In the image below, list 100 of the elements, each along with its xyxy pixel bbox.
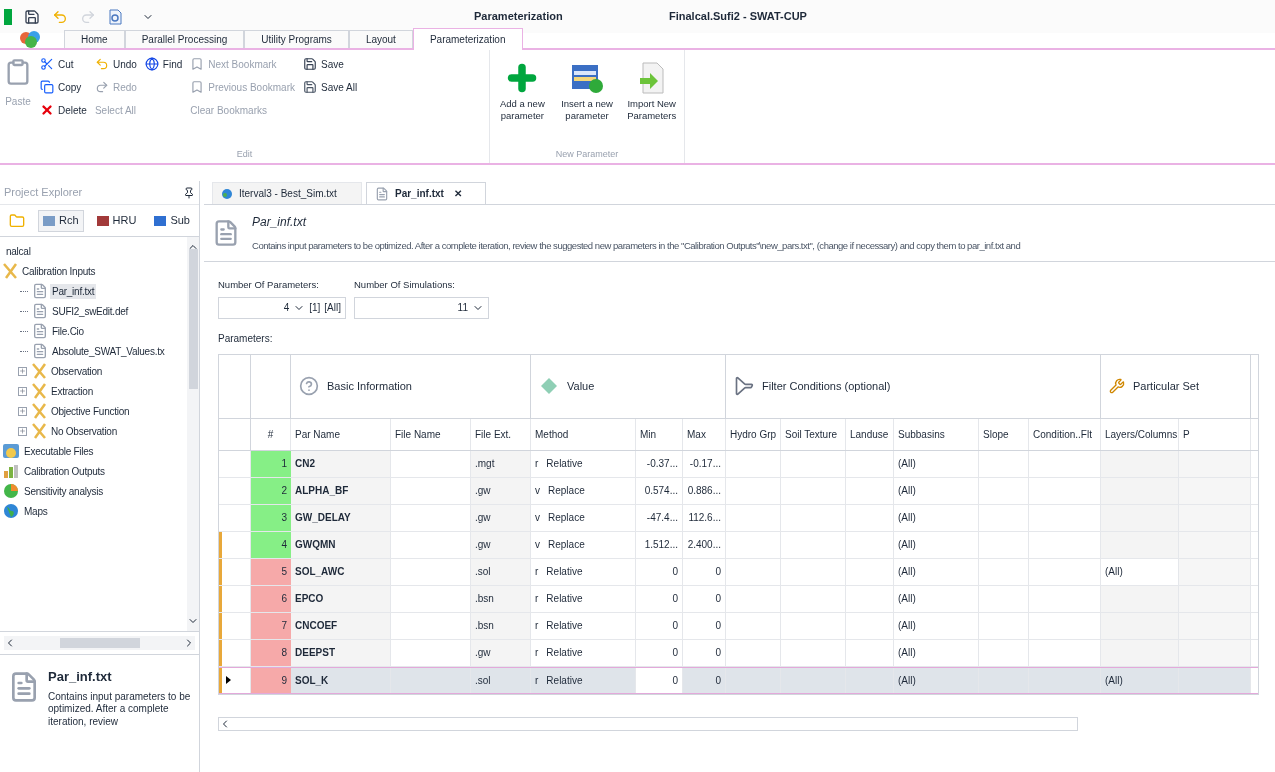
ribbon-large-button[interactable]: Import New Parameters	[623, 58, 680, 148]
scrollbar[interactable]	[187, 237, 199, 631]
bookmark-icon	[190, 57, 205, 71]
table-row[interactable]: 1 CN2 .mgt r Relative -0.37... -0.17... (All)	[219, 450, 1258, 478]
field-label: Number Of Simulations:	[354, 278, 456, 293]
table-cell: 2.400...	[683, 531, 726, 558]
column-header[interactable]: Method	[531, 418, 636, 450]
toolbar-button[interactable]: Sub	[149, 209, 195, 232]
table-cell: 0	[636, 558, 683, 585]
layer-icon	[96, 215, 109, 226]
column-header[interactable]: Layers/Columns	[1101, 418, 1179, 450]
column-header[interactable]: Max	[683, 418, 726, 450]
expand-toggle[interactable]	[18, 366, 27, 376]
ribbon-button[interactable]: Save All	[302, 77, 358, 97]
ribbon-tab[interactable]: Utility Programs	[244, 30, 349, 48]
ribbon-tab[interactable]: Home	[64, 30, 125, 48]
tree-item[interactable]: Calibration Outputs	[22, 463, 107, 479]
column-header[interactable]: #	[251, 418, 291, 450]
save-icon[interactable]	[24, 8, 40, 25]
table-cell-text: Relative	[546, 673, 583, 688]
toolbar-button[interactable]: HRU	[91, 209, 142, 232]
column-header[interactable]: Landuse	[846, 418, 894, 450]
undo-icon[interactable]	[52, 8, 68, 25]
column-header[interactable]: Subbasins	[894, 418, 979, 450]
simulations-count-field[interactable]: 11	[354, 296, 489, 319]
row-number: 4	[251, 531, 291, 558]
ribbon-large-button[interactable]: Insert a new parameter	[558, 58, 616, 148]
print-preview-icon[interactable]	[108, 8, 122, 25]
column-header[interactable]: Slope	[979, 418, 1029, 450]
ribbon-tab[interactable]: Parameterization	[412, 28, 523, 50]
toolbar-button[interactable]: Rch	[38, 209, 84, 232]
column-header[interactable]: P	[1179, 418, 1251, 450]
tree-item[interactable]: Sensitivity analysis	[22, 483, 105, 499]
description-text: Contains input parameters to be optimized. After a complete iteration, review	[48, 690, 191, 728]
document-tab[interactable]: Par_inf.txt ✕	[366, 182, 486, 204]
file-icon	[32, 283, 48, 299]
tree-item[interactable]: Calibration Inputs	[20, 263, 98, 279]
field-label: Number Of Parameters:	[218, 278, 320, 293]
table-row[interactable]: 4 GWQMN .gw v Replace 1.512... 2.400... (All)	[219, 531, 1258, 559]
globe-icon	[144, 57, 159, 71]
ribbon-button[interactable]: Delete	[40, 100, 87, 120]
table-row[interactable]: 2 ALPHA_BF .gw v Replace 0.574... 0.886... (All)	[219, 477, 1258, 505]
column-header[interactable]: File Ext.	[471, 418, 531, 450]
ribbon-button[interactable]: Cut	[40, 54, 87, 74]
table-cell: GWQMN	[291, 531, 391, 558]
file-icon	[32, 323, 48, 339]
expand-toggle[interactable]	[18, 386, 27, 396]
ribbon-tab[interactable]: Parallel Processing	[124, 30, 245, 48]
horizontal-scrollbar[interactable]	[4, 636, 195, 650]
tree-item[interactable]: nalcal	[4, 243, 33, 259]
pin-icon[interactable]	[183, 186, 195, 199]
expand-toggle[interactable]	[18, 406, 27, 416]
tree-item[interactable]: SUFI2_swEdit.def	[50, 303, 131, 319]
table-row[interactable]: 9 SOL_K .sol r Relative 0 0 (All) (All)	[219, 666, 1258, 694]
tree-item[interactable]: Executable Files	[22, 443, 96, 459]
chart-icon	[2, 463, 20, 479]
ribbon-button[interactable]: Find	[144, 54, 183, 74]
tree-item[interactable]: File.Cio	[50, 323, 86, 339]
expand-icon	[19, 367, 26, 375]
method-code: v	[535, 484, 540, 498]
range-button[interactable]: [1]	[309, 300, 321, 315]
range-button[interactable]: [All]	[324, 300, 341, 315]
ribbon-button[interactable]: Copy	[40, 77, 87, 97]
parameters-count-field[interactable]: 4 [1] [All]	[218, 296, 346, 319]
tree-item[interactable]: No Observation	[49, 423, 119, 439]
table-cell: (All)	[894, 477, 979, 504]
tree-item[interactable]: Observation	[49, 363, 105, 379]
ribbon-button[interactable]: Undo	[94, 54, 137, 74]
table-row[interactable]: 6 EPCO .bsn r Relative 0 0 (All)	[219, 585, 1258, 613]
table-row[interactable]: 3 GW_DELAY .gw v Replace -47.4... 112.6... (All)	[219, 504, 1258, 532]
table-row[interactable]: 8 DEEPST .gw r Relative 0 0 (All)	[219, 639, 1258, 667]
ribbon-large-button[interactable]: Add a new parameter	[494, 58, 551, 148]
tree-item[interactable]: Maps	[22, 503, 50, 519]
table-cell: (All)	[894, 531, 979, 558]
method-code: r	[535, 646, 539, 660]
expand-toggle[interactable]	[18, 426, 27, 436]
column-header[interactable]: Condition..Flt	[1029, 418, 1101, 450]
column-header[interactable]: Hydro Grp	[726, 418, 781, 450]
table-row[interactable]: 7 CNCOEF .bsn r Relative 0 0 (All)	[219, 612, 1258, 640]
horizontal-scrollbar[interactable]	[218, 716, 1078, 731]
description-title: Par_inf.txt	[48, 668, 113, 686]
table-cell: (All)	[894, 558, 979, 585]
table-cell: 0	[683, 639, 726, 666]
table-row[interactable]: 5 SOL_AWC .sol r Relative 0 0 (All) (All)	[219, 558, 1258, 586]
column-header[interactable]: Min	[636, 418, 683, 450]
tree-item[interactable]: Extraction	[49, 383, 95, 399]
expand-icon	[19, 427, 26, 435]
column-header[interactable]: File Name	[391, 418, 471, 450]
tree-item[interactable]: Objective Function	[49, 403, 132, 419]
layer-icon	[154, 215, 167, 226]
ribbon-button[interactable]: Save	[302, 54, 358, 74]
row-number: 2	[251, 477, 291, 504]
table-cell: 0	[683, 612, 726, 639]
tree-item[interactable]: Absolute_SWAT_Values.tx	[50, 343, 167, 359]
column-header[interactable]: Par Name	[291, 418, 391, 450]
document-tab[interactable]: Iterval3 - Best_Sim.txt	[212, 182, 362, 204]
close-icon[interactable]: ✕	[453, 186, 462, 201]
ribbon-tab[interactable]: Layout	[348, 30, 413, 48]
column-header[interactable]: Soil Texture	[781, 418, 846, 450]
tree-item[interactable]: Par_inf.txt	[50, 283, 97, 299]
